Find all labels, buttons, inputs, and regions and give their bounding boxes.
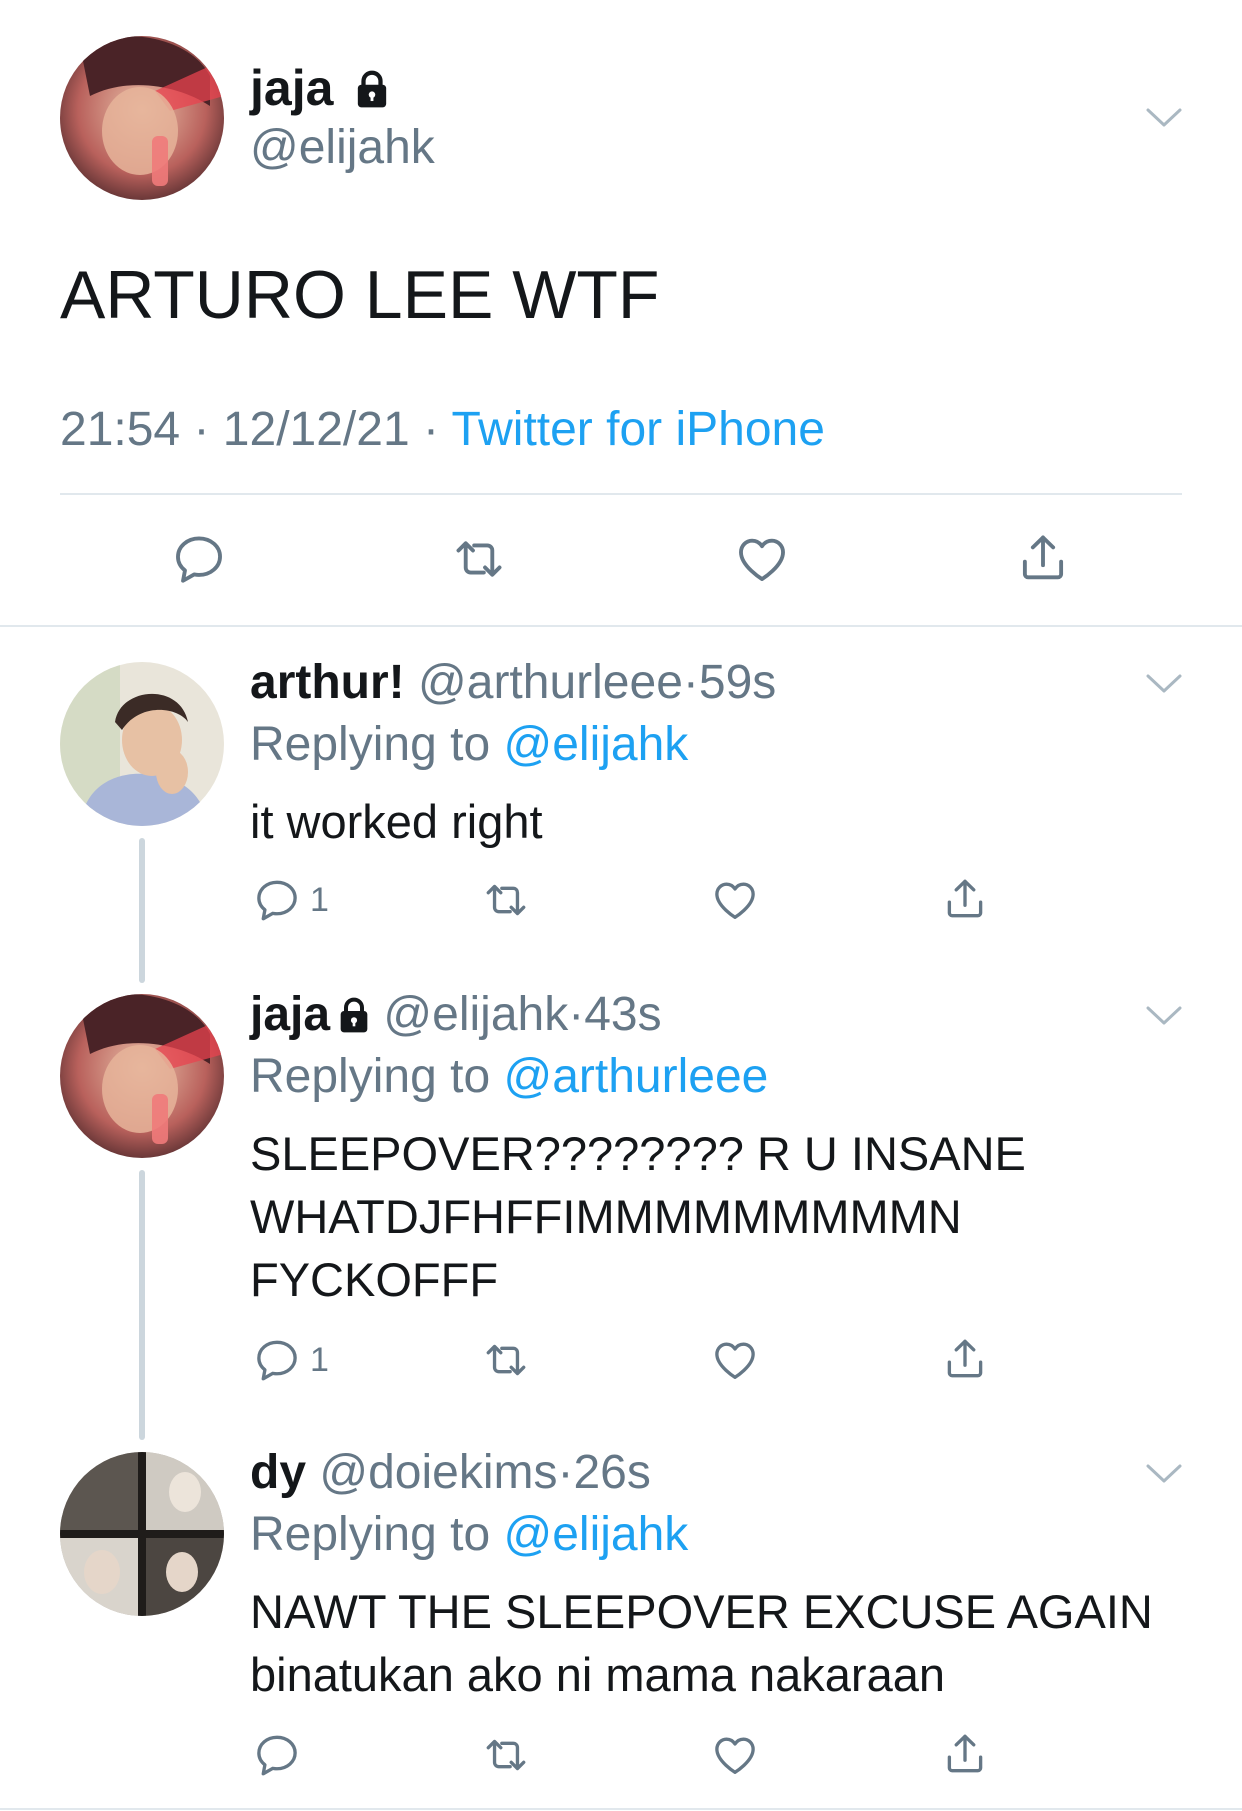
user-handle[interactable]: @elijahk xyxy=(250,118,435,178)
lock-icon xyxy=(338,996,370,1034)
reply-text: SLEEPOVER???????? R U INSANE WHATDJFHFFI… xyxy=(250,1122,1026,1311)
like-button[interactable] xyxy=(709,1730,761,1780)
reply-time: 43s xyxy=(584,988,662,1041)
display-name-text: jaja xyxy=(250,60,334,116)
chevron-down-icon[interactable] xyxy=(1144,1004,1184,1028)
replying-to: Replying to @elijahk xyxy=(250,1505,688,1565)
reply-text-line: NAWT THE SLEEPOVER EXCUSE AGAIN xyxy=(250,1585,1153,1638)
avatar[interactable] xyxy=(60,1452,224,1616)
user-handle[interactable]: @elijahk xyxy=(383,988,568,1041)
reply-button[interactable] xyxy=(170,530,228,588)
user-handle[interactable]: @arthurleee xyxy=(418,656,683,709)
lock-icon xyxy=(355,69,389,109)
meta-separator: · xyxy=(682,656,699,709)
retweet-icon xyxy=(478,1335,534,1385)
replying-to-label: Replying to xyxy=(250,1050,491,1103)
like-button[interactable] xyxy=(709,875,761,925)
retweet-button[interactable] xyxy=(478,875,534,925)
like-icon xyxy=(709,1730,761,1780)
reply-text: it worked right xyxy=(250,790,543,853)
like-icon xyxy=(709,1335,761,1385)
reply-icon xyxy=(252,875,302,925)
reply-header: arthur! @arthurleee·59s xyxy=(250,653,776,713)
reply-text-line: it worked right xyxy=(250,795,543,848)
reply-button[interactable]: 1 xyxy=(252,875,329,925)
chevron-down-icon[interactable] xyxy=(1144,106,1184,130)
retweet-button[interactable] xyxy=(478,1335,534,1385)
tweet-meta: 21:54 · 12/12/21 · Twitter for iPhone xyxy=(60,400,825,460)
share-button[interactable] xyxy=(940,873,990,925)
reply-count: 1 xyxy=(310,881,329,919)
replying-to-link[interactable]: @elijahk xyxy=(503,718,688,771)
reply-text-line: FYCKOFFF xyxy=(250,1253,499,1306)
replying-to: Replying to @elijahk xyxy=(250,715,688,775)
reply-icon xyxy=(170,530,228,588)
user-handle[interactable]: @doiekims xyxy=(319,1446,557,1499)
display-name[interactable]: dy xyxy=(250,1446,306,1499)
share-button[interactable] xyxy=(1014,528,1072,588)
chevron-down-icon[interactable] xyxy=(1144,672,1184,696)
thread-line xyxy=(139,838,145,983)
divider xyxy=(0,1808,1242,1810)
display-name[interactable]: arthur! xyxy=(250,656,405,709)
tweet-source-link[interactable]: Twitter for iPhone xyxy=(451,403,825,456)
retweet-icon xyxy=(478,875,534,925)
reply-button[interactable]: 1 xyxy=(252,1335,329,1385)
reply-time: 26s xyxy=(573,1446,651,1499)
divider xyxy=(0,625,1242,627)
reply-text-line: WHATDJFHFFIMMMMMMMMMN xyxy=(250,1190,962,1243)
share-icon xyxy=(1014,528,1072,588)
reply-icon xyxy=(252,1730,302,1780)
reply-header: dy @doiekims·26s xyxy=(250,1443,651,1503)
replying-to-link[interactable]: @elijahk xyxy=(503,1508,688,1561)
retweet-button[interactable] xyxy=(447,530,511,588)
avatar[interactable] xyxy=(60,36,224,200)
share-icon xyxy=(940,1728,990,1780)
share-icon xyxy=(940,1333,990,1385)
tweet-text: ARTURO LEE WTF xyxy=(60,257,660,333)
reply-header: jaja @elijahk·43s xyxy=(250,985,662,1045)
meta-separator: · xyxy=(422,403,439,456)
replying-to-link[interactable]: @arthurleee xyxy=(503,1050,768,1103)
avatar[interactable] xyxy=(60,662,224,826)
meta-separator: · xyxy=(568,988,585,1041)
thread-line xyxy=(139,1170,145,1440)
retweet-button[interactable] xyxy=(478,1730,534,1780)
reply-text: NAWT THE SLEEPOVER EXCUSE AGAIN binatuka… xyxy=(250,1580,1153,1706)
reply-time: 59s xyxy=(698,656,777,709)
display-name[interactable]: jaja xyxy=(250,58,389,118)
reply-text-line: binatukan ako ni mama nakaraan xyxy=(250,1648,945,1701)
like-button[interactable] xyxy=(732,530,792,588)
replying-to-label: Replying to xyxy=(250,1508,491,1561)
replying-to-label: Replying to xyxy=(250,718,491,771)
retweet-icon xyxy=(478,1730,534,1780)
meta-separator: · xyxy=(557,1446,574,1499)
tweet-date: 12/12/21 xyxy=(222,403,410,456)
replying-to: Replying to @arthurleee xyxy=(250,1047,768,1107)
avatar[interactable] xyxy=(60,994,224,1158)
like-button[interactable] xyxy=(709,1335,761,1385)
reply-icon xyxy=(252,1335,302,1385)
display-name[interactable]: jaja xyxy=(250,988,330,1041)
reply-text-line: SLEEPOVER???????? R U INSANE xyxy=(250,1127,1026,1180)
chevron-down-icon[interactable] xyxy=(1144,1462,1184,1486)
reply-count: 1 xyxy=(310,1341,329,1379)
share-button[interactable] xyxy=(940,1728,990,1780)
retweet-icon xyxy=(447,530,511,588)
tweet-time: 21:54 xyxy=(60,403,181,456)
share-button[interactable] xyxy=(940,1333,990,1385)
share-icon xyxy=(940,873,990,925)
divider xyxy=(60,493,1182,495)
like-icon xyxy=(709,875,761,925)
meta-separator: · xyxy=(193,403,210,456)
reply-button[interactable] xyxy=(252,1730,302,1780)
like-icon xyxy=(732,530,792,588)
